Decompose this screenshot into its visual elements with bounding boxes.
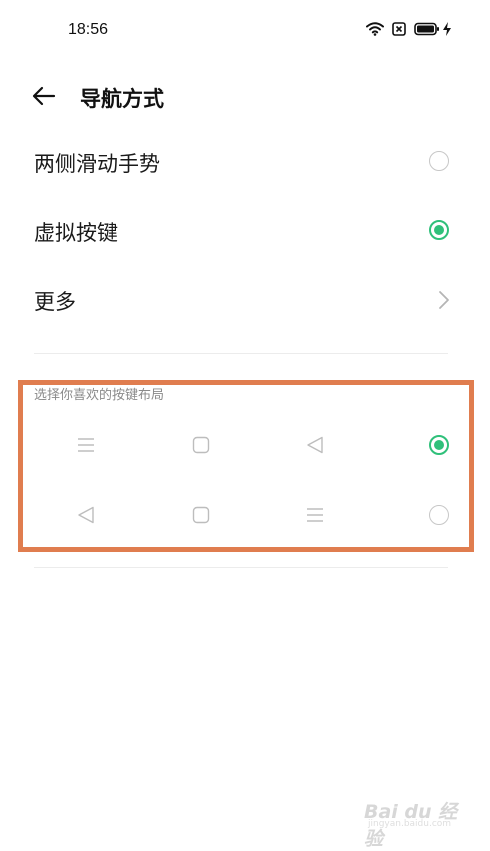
option-gesture[interactable]: 两侧滑动手势 bbox=[0, 132, 490, 192]
menu-lines-icon bbox=[305, 505, 325, 525]
wifi-icon bbox=[366, 22, 384, 36]
layout-subtitle: 选择你喜欢的按键布局 bbox=[34, 388, 165, 403]
divider bbox=[34, 353, 448, 354]
status-bar: 18:56 bbox=[0, 0, 490, 60]
option-virtual-keys[interactable]: 虚拟按键 bbox=[0, 201, 490, 261]
square-home-icon bbox=[191, 435, 211, 455]
option-label: 两侧滑动手势 bbox=[34, 152, 160, 176]
status-time: 18:56 bbox=[68, 21, 109, 38]
menu-lines-icon bbox=[76, 435, 96, 455]
radio-unchecked[interactable] bbox=[429, 151, 449, 171]
divider bbox=[34, 567, 448, 568]
battery-icon bbox=[414, 22, 440, 36]
header: 导航方式 bbox=[0, 78, 490, 114]
layout-option-2[interactable] bbox=[0, 495, 490, 535]
watermark-url: jingyan.baidu.com bbox=[368, 819, 452, 829]
radio-unchecked[interactable] bbox=[429, 505, 449, 525]
radio-checked[interactable] bbox=[429, 220, 449, 240]
charging-bolt-icon bbox=[442, 22, 452, 36]
layout-option-1[interactable] bbox=[0, 425, 490, 465]
sim-x-icon bbox=[392, 22, 406, 36]
square-home-icon bbox=[191, 505, 211, 525]
arrow-left-icon bbox=[32, 86, 56, 106]
back-button[interactable] bbox=[30, 82, 58, 110]
triangle-back-icon bbox=[305, 435, 325, 455]
option-label: 更多 bbox=[34, 290, 76, 314]
watermark: Bai du 经验 jingyan.baidu.com bbox=[362, 797, 462, 850]
radio-checked[interactable] bbox=[429, 435, 449, 455]
option-label: 虚拟按键 bbox=[34, 221, 118, 245]
chevron-right-icon bbox=[439, 291, 449, 309]
status-icons bbox=[366, 22, 452, 36]
triangle-back-icon bbox=[76, 505, 96, 525]
option-more[interactable]: 更多 bbox=[0, 270, 490, 330]
page-title: 导航方式 bbox=[80, 87, 164, 111]
